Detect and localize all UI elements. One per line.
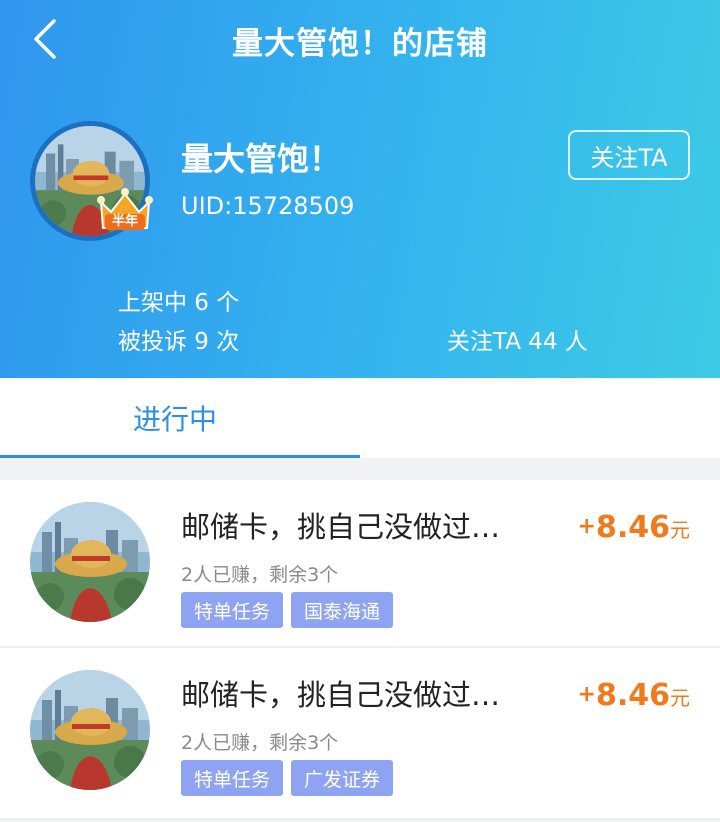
shop-name: 量大管饱！ [181,140,342,178]
badge-label: 半年 [111,214,138,229]
task-reward: +8.46元 [578,678,690,713]
task-card[interactable]: 邮储卡，挑自己没做过… +8.46元 2人已赚，剩余3个 特单任务 广发证券 [0,648,720,820]
task-list: 邮储卡，挑自己没做过… +8.46元 2人已赚，剩余3个 特单任务 国泰海通 邮… [0,480,720,820]
reward-plus: + [577,514,596,539]
stat-complaints: 被投诉 9 次 [118,329,240,355]
reward-unit: 元 [670,686,690,710]
tab-in-progress[interactable]: 进行中 [0,378,360,458]
task-meta: 2人已赚，剩余3个 [181,564,339,586]
task-tags: 特单任务 国泰海通 [181,592,394,628]
shop-uid: UID:15728509 [181,192,355,220]
reward-plus: + [577,682,596,707]
crown-badge: 半年 [93,186,157,234]
shop-avatar: 半年 [30,121,153,241]
avatar-image [30,502,150,622]
task-tag: 国泰海通 [291,592,394,628]
reward-unit: 元 [670,518,690,542]
task-card[interactable]: 邮储卡，挑自己没做过… +8.46元 2人已赚，剩余3个 特单任务 国泰海通 [0,480,720,648]
task-avatar [30,670,150,790]
shop-header: 量大管饱！的店铺 半年 量大管饱！ UID:15728509 关注TA 上架中 … [0,0,720,378]
stat-followers: 关注TA 44 人 [447,329,588,355]
avatar-image [30,670,150,790]
page-title: 量大管饱！的店铺 [232,26,488,62]
follow-button[interactable]: 关注TA [568,130,690,180]
task-meta: 2人已赚，剩余3个 [181,732,339,754]
tab-label: 进行中 [132,403,217,436]
reward-amount: 8.46 [595,510,670,545]
stat-listing: 上架中 6 个 [118,290,240,316]
task-tags: 特单任务 广发证券 [181,760,394,796]
task-avatar [30,502,150,622]
task-title: 邮储卡，挑自己没做过… [181,678,501,712]
task-reward: +8.46元 [578,510,690,545]
tab-bar: 进行中 [0,378,720,458]
task-title: 邮储卡，挑自己没做过… [181,510,501,544]
reward-amount: 8.46 [595,678,670,713]
tab-indicator [0,455,360,458]
task-tag: 特单任务 [181,592,284,628]
task-tag: 广发证券 [291,760,394,796]
task-tag: 特单任务 [181,760,284,796]
